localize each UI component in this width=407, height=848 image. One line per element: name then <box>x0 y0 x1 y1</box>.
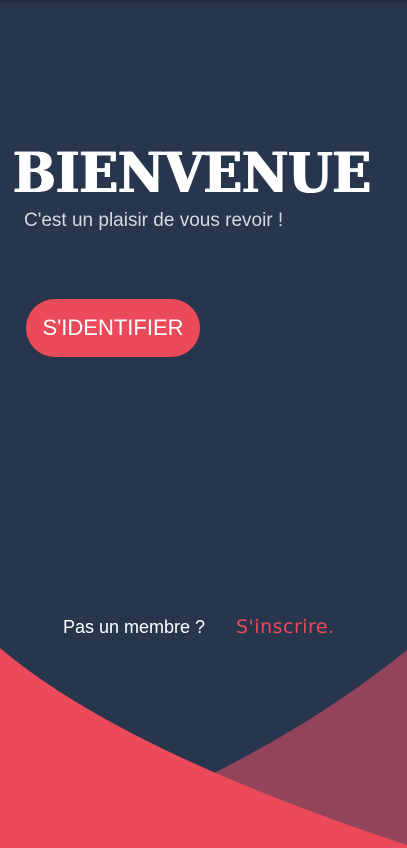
welcome-screen: BIENVENUE C'est un plaisir de vous revoi… <box>0 0 407 848</box>
welcome-title: BIENVENUE <box>13 140 372 205</box>
not-member-text: Pas un membre ? <box>63 617 206 637</box>
signup-link[interactable]: S'inscrire. <box>236 614 335 640</box>
signup-prompt: Pas un membre ? S'inscrire. <box>0 614 407 640</box>
welcome-subtitle: C'est un plaisir de vous revoir ! <box>24 210 284 231</box>
status-bar-edge <box>0 0 407 3</box>
login-button[interactable]: S'IDENTIFIER <box>26 299 200 357</box>
decorative-wave <box>0 648 407 848</box>
